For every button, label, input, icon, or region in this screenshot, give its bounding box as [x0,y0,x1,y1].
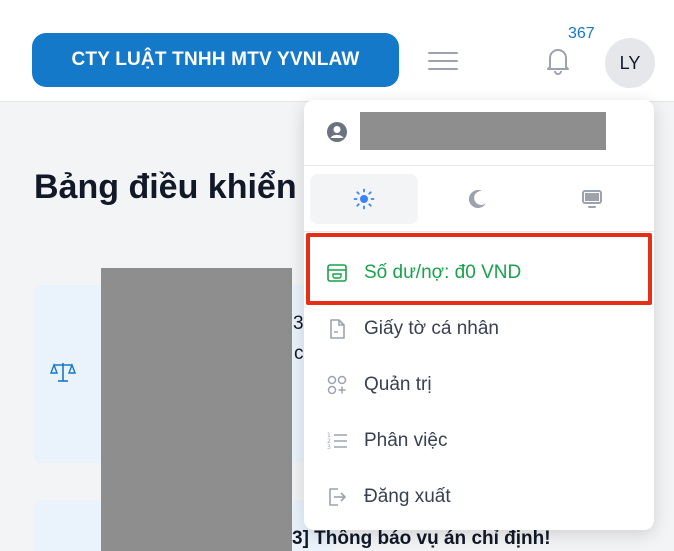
sun-icon [353,188,375,210]
menu-item-logout[interactable]: Đăng xuất [304,469,654,525]
user-avatar[interactable]: LY [605,38,655,88]
user-dropdown-menu: Số dư/nợ: đ0 VND Giấy tờ cá nhân Quản tr… [304,100,654,530]
menu-item-label: Đăng xuất [364,486,451,507]
notification-bell-icon[interactable] [538,40,578,80]
menu-item-label: Phân việc [364,430,448,451]
scale-icon [50,363,76,382]
company-brand-button[interactable]: CTY LUẬT TNHH MTV YVNLAW [32,33,399,87]
hamburger-menu-icon[interactable] [428,50,458,72]
menu-item-label: Giấy tờ cá nhân [364,318,499,339]
theme-dark-button[interactable] [424,174,532,224]
notification-count-badge: 367 [568,25,595,42]
monitor-icon [582,190,602,208]
menu-item-admin[interactable]: Quản trị [304,357,654,413]
highlight-annotation-box [306,233,652,305]
theme-switcher [304,166,654,232]
user-circle-icon [327,122,347,142]
document-icon [330,319,345,339]
top-header: CTY LUẬT TNHH MTV YVNLAW 367 LY [0,0,674,102]
theme-light-button[interactable] [310,174,418,224]
redacted-user-name [360,112,606,150]
menu-item-label: Quản trị [364,374,432,395]
page-title: Bảng điều khiển [34,168,297,206]
menu-item-task-assignment[interactable]: 1 2 3 Phân việc [304,413,654,469]
card-text-fragment: c [294,343,304,364]
logout-icon [329,488,346,506]
card-text-fragment: 3 [293,313,304,334]
admin-icon [327,375,347,395]
list-numbered-icon: 1 2 3 [327,432,347,451]
case-notice-text[interactable]: 3] Thông báo vụ án chỉ định! [292,528,551,550]
moon-icon [468,190,486,209]
dropdown-user-row [304,100,654,166]
svg-text:3: 3 [327,444,331,451]
redacted-area [101,268,292,551]
menu-item-personal-documents[interactable]: Giấy tờ cá nhân [304,301,654,357]
theme-system-button[interactable] [538,174,646,224]
